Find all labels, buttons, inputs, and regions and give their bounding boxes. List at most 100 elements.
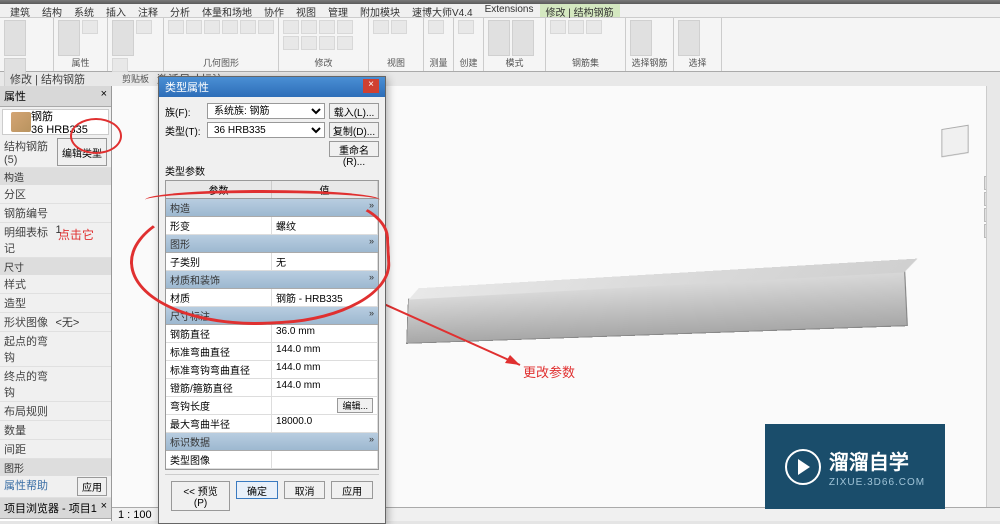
prop-value[interactable] — [56, 205, 108, 221]
prop-value[interactable] — [56, 403, 108, 419]
menu-modify-rebar[interactable]: 修改 | 结构钢筋 — [540, 4, 620, 17]
ribbon-icon[interactable] — [301, 36, 317, 50]
prop-value[interactable] — [56, 441, 108, 457]
family-select[interactable]: 系统族: 钢筋 — [207, 103, 325, 119]
menu-architecture[interactable]: 建筑 — [4, 4, 36, 17]
cancel-button[interactable]: 取消 — [284, 481, 326, 499]
load-button[interactable]: 载入(L)... — [329, 103, 379, 119]
menu-massing[interactable]: 体量和场地 — [196, 4, 258, 17]
viewcube[interactable] — [930, 116, 980, 166]
cube-icon[interactable] — [941, 125, 968, 158]
param-section-identity[interactable]: 标识数据 — [166, 433, 378, 451]
ribbon-icon[interactable] — [319, 20, 335, 34]
prop-value[interactable] — [56, 333, 108, 365]
ribbon-group-modify2: 修改 — [279, 18, 369, 71]
ribbon-icon[interactable] — [283, 20, 299, 34]
menu-structure[interactable]: 结构 — [36, 4, 68, 17]
prop-value[interactable] — [56, 422, 108, 438]
ribbon-icon[interactable] — [488, 20, 510, 56]
ok-button[interactable]: 确定 — [236, 481, 278, 499]
prop-value[interactable] — [56, 186, 108, 202]
prop-value[interactable] — [56, 368, 108, 400]
ribbon-icon[interactable] — [550, 20, 566, 34]
dialog-titlebar[interactable]: 类型属性 × — [159, 77, 385, 97]
ribbon-icon[interactable] — [337, 36, 353, 50]
ribbon-icon[interactable] — [82, 20, 98, 34]
ribbon-icon[interactable] — [283, 36, 299, 50]
ribbon-icon[interactable] — [373, 20, 389, 34]
param-value[interactable]: 144.0 mm — [272, 343, 378, 360]
menu-annotate[interactable]: 注释 — [132, 4, 164, 17]
type-selector[interactable]: 钢筋 36 HRB335 — [2, 109, 109, 135]
param-section-materials[interactable]: 材质和装饰 — [166, 271, 378, 289]
menu-collaborate[interactable]: 协作 — [258, 4, 290, 17]
menu-insert[interactable]: 插入 — [100, 4, 132, 17]
rebar-icon — [11, 112, 31, 132]
ribbon-icon[interactable] — [391, 20, 407, 34]
ribbon-icon[interactable] — [586, 20, 602, 34]
apply-button[interactable]: 应用 — [77, 477, 107, 496]
context-tab-modify[interactable]: 修改 | 结构钢筋 — [4, 71, 91, 87]
param-value[interactable]: 钢筋 - HRB335 — [272, 289, 378, 306]
menu-analyze[interactable]: 分析 — [164, 4, 196, 17]
properties-help-link[interactable]: 属性帮助 — [4, 477, 77, 496]
ribbon-icon[interactable] — [337, 20, 353, 34]
param-section-graphics[interactable]: 图形 — [166, 235, 378, 253]
menu-manage[interactable]: 管理 — [322, 4, 354, 17]
ribbon-group-select: 选择 — [674, 18, 722, 71]
ribbon-icon[interactable] — [204, 20, 220, 34]
scale-value[interactable]: 1 : 100 — [118, 509, 152, 521]
ribbon-icon[interactable] — [319, 36, 335, 50]
menu-extensions[interactable]: Extensions — [479, 4, 540, 17]
prop-value[interactable] — [56, 295, 108, 311]
type-select[interactable]: 36 HRB335 — [207, 122, 325, 138]
ribbon-icon[interactable] — [568, 20, 584, 34]
ribbon-icon[interactable] — [136, 20, 152, 34]
modify-tool-icon[interactable] — [4, 20, 26, 56]
ribbon-group-create: 创建 — [454, 18, 484, 71]
ribbon-icon[interactable] — [240, 20, 256, 34]
ribbon-icon[interactable] — [222, 20, 238, 34]
param-value[interactable]: 18000.0 — [272, 415, 378, 432]
ribbon-icon[interactable] — [512, 20, 534, 56]
dialog-close-button[interactable]: × — [363, 79, 379, 93]
edit-type-button[interactable]: 编辑类型 — [57, 138, 107, 166]
properties-icon[interactable] — [58, 20, 80, 56]
ribbon-group-properties: 属性 — [54, 18, 108, 71]
prop-value[interactable]: <无> — [56, 314, 108, 330]
param-value[interactable]: 螺纹 — [272, 217, 378, 234]
apply-button[interactable]: 应用 — [331, 481, 373, 499]
param-section-dimensions[interactable]: 尺寸标注 — [166, 307, 378, 325]
ribbon-icon[interactable] — [112, 58, 128, 72]
param-table: 参数 值 构造 形变螺纹 图形 子类别无 材质和装饰 材质钢筋 - HRB335… — [165, 180, 379, 470]
ribbon-icon[interactable] — [301, 20, 317, 34]
ribbon-icon[interactable] — [258, 20, 274, 34]
ribbon-icon[interactable] — [186, 20, 202, 34]
scrollbar-vertical[interactable] — [986, 86, 1000, 507]
duplicate-button[interactable]: 复制(D)... — [329, 122, 379, 138]
window-minimize[interactable] — [980, 0, 1000, 4]
ribbon-icon[interactable] — [458, 20, 474, 34]
param-value[interactable] — [272, 451, 378, 468]
close-icon[interactable]: × — [101, 88, 107, 104]
edit-button[interactable]: 编辑... — [337, 398, 373, 413]
ribbon-icon[interactable] — [168, 20, 184, 34]
ribbon: 修改 属性 剪贴板 几何图形 修改 视图 测量 创建 模式 钢筋集 选择钢筋 — [0, 18, 1000, 72]
param-value[interactable]: 36.0 mm — [272, 325, 378, 342]
prop-value[interactable] — [56, 276, 108, 292]
param-value[interactable]: 144.0 mm — [272, 379, 378, 396]
ribbon-icon[interactable] — [678, 20, 700, 56]
paste-icon[interactable] — [112, 20, 134, 56]
menu-addins[interactable]: 附加模块 — [354, 4, 406, 17]
menu-subo[interactable]: 速博大师V4.4 — [406, 4, 479, 17]
ribbon-icon[interactable] — [630, 20, 652, 56]
rename-button[interactable]: 重命名(R)... — [329, 141, 379, 157]
preview-button[interactable]: << 预览(P) — [171, 481, 230, 511]
param-value[interactable]: 无 — [272, 253, 378, 270]
prop-label: 钢筋编号 — [4, 205, 56, 221]
close-icon[interactable]: × — [101, 500, 107, 516]
param-value[interactable]: 144.0 mm — [272, 361, 378, 378]
menu-view[interactable]: 视图 — [290, 4, 322, 17]
ribbon-icon[interactable] — [428, 20, 444, 34]
menu-systems[interactable]: 系统 — [68, 4, 100, 17]
